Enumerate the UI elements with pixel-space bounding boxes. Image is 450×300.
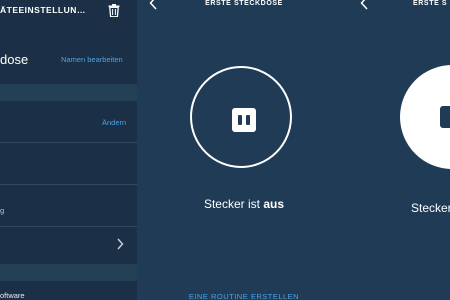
plug-status: Stecker ist aus [137,197,351,211]
divider [0,142,137,143]
device-settings-panel: ÄTEEINSTELLUN… dose Namen bearbeiten Änd… [0,0,137,300]
plug-control-panel: ERSTE STECKDOSE Stecker ist aus EINE ROU… [137,0,351,300]
section-band [0,84,137,101]
divider [0,226,137,227]
plug-status: Stecker [411,201,450,215]
software-label: oftware [0,291,25,300]
trash-icon[interactable] [108,4,120,17]
status-value: aus [263,197,285,211]
setting-detail-text: g [0,206,5,215]
status-prefix: Stecker ist [203,197,264,211]
section-band [0,264,137,281]
chevron-right-icon[interactable] [116,238,124,250]
plug-icon [232,108,256,132]
divider [0,184,137,185]
plug-control-panel-partial: ERSTE S Stecker [351,0,450,300]
create-routine-link[interactable]: EINE ROUTINE ERSTELLEN [137,292,351,300]
change-link[interactable]: Ändern [102,118,126,127]
device-title: ERSTE STECKDOSE [205,0,283,7]
settings-title: ÄTEEINSTELLUN… [0,5,86,15]
plug-icon [440,106,450,128]
device-name: dose [0,52,29,67]
device-title: ERSTE S [413,0,448,7]
power-toggle-button[interactable] [400,65,450,169]
settings-header: ÄTEEINSTELLUN… [0,0,137,24]
back-icon[interactable] [359,0,369,10]
power-toggle-button[interactable] [190,66,292,168]
rename-link[interactable]: Namen bearbeiten [61,55,123,64]
